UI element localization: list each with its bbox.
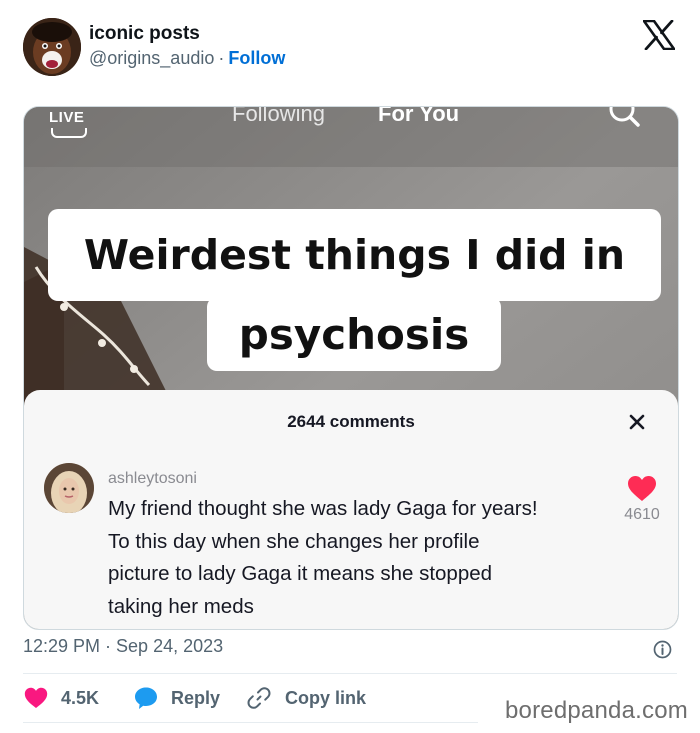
comment-body: My friend thought she was lady Gaga for … <box>108 493 608 623</box>
author-line: @origins_audio · Follow <box>89 48 285 69</box>
comment-line: My friend thought she was lady Gaga for … <box>108 497 538 520</box>
author-handle[interactable]: @origins_audio <box>89 48 214 68</box>
close-icon[interactable] <box>623 408 651 436</box>
tab-for-you[interactable]: For You <box>378 107 459 127</box>
caption-line-1: Weirdest things I did in <box>48 209 661 301</box>
divider <box>23 673 677 674</box>
author-name[interactable]: iconic posts <box>89 23 200 45</box>
link-icon <box>247 687 271 709</box>
comments-count: 2644 comments <box>287 412 415 431</box>
avatar-photo <box>23 18 81 76</box>
comment-line: taking her meds <box>108 594 254 618</box>
watermark: boredpanda.com <box>505 697 688 724</box>
live-tv-icon <box>51 128 87 138</box>
commenter-avatar[interactable] <box>44 463 94 513</box>
follow-button[interactable]: Follow <box>228 48 285 68</box>
copy-link-label: Copy link <box>285 687 367 708</box>
reply-label: Reply <box>171 687 221 708</box>
reply-button[interactable]: Reply <box>134 684 220 712</box>
comment-line: picture to lady Gaga it means she stoppe… <box>108 562 493 585</box>
embedded-screenshot[interactable]: LIVE Following For You Weirdest things I… <box>23 106 679 630</box>
comment-line: To this day when she changes her profile <box>108 529 480 553</box>
commenter-photo <box>44 463 94 513</box>
tab-following[interactable]: Following <box>232 107 325 127</box>
like-button[interactable]: 4.5K <box>24 684 99 712</box>
info-icon[interactable] <box>653 640 672 659</box>
comment-like-count: 4610 <box>624 506 660 523</box>
separator-dot: · <box>218 48 225 68</box>
caption-line-2: psychosis <box>207 297 501 371</box>
reply-bubble-icon <box>135 687 157 709</box>
tweet-timestamp[interactable]: 12:29 PM · Sep 24, 2023 <box>23 636 223 657</box>
author-avatar[interactable] <box>23 18 81 76</box>
comments-sheet: 2644 comments ashleytosoni My friend tho… <box>24 390 678 629</box>
like-count: 4.5K <box>61 687 100 708</box>
live-label[interactable]: LIVE <box>49 109 84 126</box>
heart-icon[interactable] <box>627 475 657 503</box>
copy-link-button[interactable]: Copy link <box>247 684 366 712</box>
commenter-username[interactable]: ashleytosoni <box>108 470 197 488</box>
heart-icon <box>24 687 48 708</box>
search-icon[interactable] <box>606 106 642 131</box>
bottom-divider <box>23 722 478 723</box>
x-logo-icon[interactable] <box>643 20 675 50</box>
